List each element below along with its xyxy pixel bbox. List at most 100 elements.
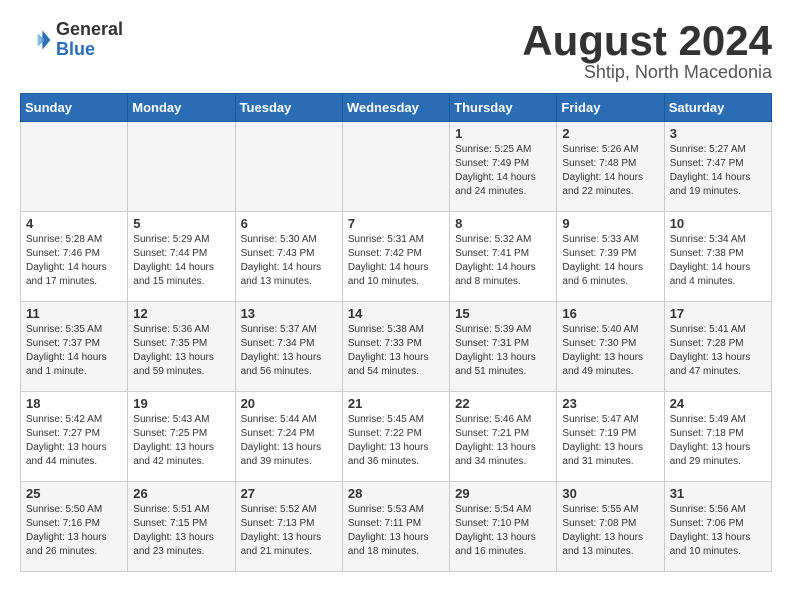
day-info-13: Sunrise: 5:37 AMSunset: 7:34 PMDaylight:… <box>241 323 337 379</box>
cell-w1-d2 <box>128 122 235 212</box>
day-info-23: Sunrise: 5:47 AMSunset: 7:19 PMDaylight:… <box>562 413 658 469</box>
month-year-title: August 2024 <box>522 20 772 62</box>
cell-w3-d5: 15 Sunrise: 5:39 AMSunset: 7:31 PMDayligh… <box>450 302 557 392</box>
day-info-8: Sunrise: 5:32 AMSunset: 7:41 PMDaylight:… <box>455 233 551 289</box>
day-info-10: Sunrise: 5:34 AMSunset: 7:38 PMDaylight:… <box>670 233 766 289</box>
day-info-6: Sunrise: 5:30 AMSunset: 7:43 PMDaylight:… <box>241 233 337 289</box>
week-row-4: 18 Sunrise: 5:42 AMSunset: 7:27 PMDayligh… <box>21 392 772 482</box>
day-info-22: Sunrise: 5:46 AMSunset: 7:21 PMDaylight:… <box>455 413 551 469</box>
day-number-22: 22 <box>455 396 551 411</box>
cell-w2-d7: 10 Sunrise: 5:34 AMSunset: 7:38 PMDayligh… <box>664 212 771 302</box>
day-info-31: Sunrise: 5:56 AMSunset: 7:06 PMDaylight:… <box>670 503 766 559</box>
day-number-20: 20 <box>241 396 337 411</box>
header-friday: Friday <box>557 94 664 122</box>
day-number-29: 29 <box>455 486 551 501</box>
day-number-16: 16 <box>562 306 658 321</box>
day-number-12: 12 <box>133 306 229 321</box>
cell-w4-d7: 24 Sunrise: 5:49 AMSunset: 7:18 PMDayligh… <box>664 392 771 482</box>
day-info-7: Sunrise: 5:31 AMSunset: 7:42 PMDaylight:… <box>348 233 444 289</box>
day-number-2: 2 <box>562 126 658 141</box>
cell-w5-d3: 27 Sunrise: 5:52 AMSunset: 7:13 PMDayligh… <box>235 482 342 572</box>
cell-w3-d4: 14Sunrise: 5:38 AMSunset: 7:33 PMDayligh… <box>342 302 449 392</box>
cell-w5-d6: 30 Sunrise: 5:55 AMSunset: 7:08 PMDayligh… <box>557 482 664 572</box>
day-number-11: 11 <box>26 306 122 321</box>
day-info-24: Sunrise: 5:49 AMSunset: 7:18 PMDaylight:… <box>670 413 766 469</box>
cell-w4-d5: 22 Sunrise: 5:46 AMSunset: 7:21 PMDayligh… <box>450 392 557 482</box>
day-number-18: 18 <box>26 396 122 411</box>
week-row-3: 11Sunrise: 5:35 AMSunset: 7:37 PMDayligh… <box>21 302 772 392</box>
cell-w1-d4 <box>342 122 449 212</box>
header-row: Sunday Monday Tuesday Wednesday Thursday… <box>21 94 772 122</box>
location-subtitle: Shtip, North Macedonia <box>522 62 772 83</box>
day-number-6: 6 <box>241 216 337 231</box>
day-number-4: 4 <box>26 216 122 231</box>
day-info-12: Sunrise: 5:36 AMSunset: 7:35 PMDaylight:… <box>133 323 229 379</box>
day-number-24: 24 <box>670 396 766 411</box>
title-block: August 2024 Shtip, North Macedonia <box>522 20 772 83</box>
day-info-17: Sunrise: 5:41 AMSunset: 7:28 PMDaylight:… <box>670 323 766 379</box>
day-number-5: 5 <box>133 216 229 231</box>
cell-w5-d7: 31 Sunrise: 5:56 AMSunset: 7:06 PMDayligh… <box>664 482 771 572</box>
cell-w2-d2: 5 Sunrise: 5:29 AMSunset: 7:44 PMDaylight… <box>128 212 235 302</box>
day-number-10: 10 <box>670 216 766 231</box>
day-info-19: Sunrise: 5:43 AMSunset: 7:25 PMDaylight:… <box>133 413 229 469</box>
logo-icon <box>20 24 52 56</box>
header-wednesday: Wednesday <box>342 94 449 122</box>
cell-w1-d3 <box>235 122 342 212</box>
day-number-23: 23 <box>562 396 658 411</box>
day-number-21: 21 <box>348 396 444 411</box>
cell-w2-d3: 6 Sunrise: 5:30 AMSunset: 7:43 PMDaylight… <box>235 212 342 302</box>
logo: General Blue <box>20 20 123 60</box>
cell-w1-d7: 3 Sunrise: 5:27 AMSunset: 7:47 PMDaylight… <box>664 122 771 212</box>
day-number-3: 3 <box>670 126 766 141</box>
day-info-27: Sunrise: 5:52 AMSunset: 7:13 PMDaylight:… <box>241 503 337 559</box>
day-info-30: Sunrise: 5:55 AMSunset: 7:08 PMDaylight:… <box>562 503 658 559</box>
header-saturday: Saturday <box>664 94 771 122</box>
cell-w2-d6: 9Sunrise: 5:33 AMSunset: 7:39 PMDaylight… <box>557 212 664 302</box>
calendar-table: Sunday Monday Tuesday Wednesday Thursday… <box>20 93 772 572</box>
day-info-3: Sunrise: 5:27 AMSunset: 7:47 PMDaylight:… <box>670 143 766 199</box>
day-info-9: Sunrise: 5:33 AMSunset: 7:39 PMDaylight:… <box>562 233 658 289</box>
day-number-31: 31 <box>670 486 766 501</box>
day-info-15: Sunrise: 5:39 AMSunset: 7:31 PMDaylight:… <box>455 323 551 379</box>
day-info-5: Sunrise: 5:29 AMSunset: 7:44 PMDaylight:… <box>133 233 229 289</box>
header-thursday: Thursday <box>450 94 557 122</box>
day-number-7: 7 <box>348 216 444 231</box>
week-row-1: 1Sunrise: 5:25 AMSunset: 7:49 PMDaylight… <box>21 122 772 212</box>
cell-w1-d6: 2 Sunrise: 5:26 AMSunset: 7:48 PMDaylight… <box>557 122 664 212</box>
day-info-25: Sunrise: 5:50 AMSunset: 7:16 PMDaylight:… <box>26 503 122 559</box>
day-info-2: Sunrise: 5:26 AMSunset: 7:48 PMDaylight:… <box>562 143 658 199</box>
day-number-25: 25 <box>26 486 122 501</box>
day-info-14: Sunrise: 5:38 AMSunset: 7:33 PMDaylight:… <box>348 323 444 379</box>
day-number-28: 28 <box>348 486 444 501</box>
cell-w1-d5: 1Sunrise: 5:25 AMSunset: 7:49 PMDaylight… <box>450 122 557 212</box>
week-row-2: 4 Sunrise: 5:28 AMSunset: 7:46 PMDaylight… <box>21 212 772 302</box>
day-info-28: Sunrise: 5:53 AMSunset: 7:11 PMDaylight:… <box>348 503 444 559</box>
cell-w2-d4: 7 Sunrise: 5:31 AMSunset: 7:42 PMDaylight… <box>342 212 449 302</box>
day-number-26: 26 <box>133 486 229 501</box>
day-info-18: Sunrise: 5:42 AMSunset: 7:27 PMDaylight:… <box>26 413 122 469</box>
day-number-15: 15 <box>455 306 551 321</box>
cell-w4-d4: 21 Sunrise: 5:45 AMSunset: 7:22 PMDayligh… <box>342 392 449 482</box>
cell-w3-d7: 17Sunrise: 5:41 AMSunset: 7:28 PMDayligh… <box>664 302 771 392</box>
cell-w3-d3: 13Sunrise: 5:37 AMSunset: 7:34 PMDayligh… <box>235 302 342 392</box>
day-number-30: 30 <box>562 486 658 501</box>
cell-w4-d2: 19 Sunrise: 5:43 AMSunset: 7:25 PMDayligh… <box>128 392 235 482</box>
day-info-21: Sunrise: 5:45 AMSunset: 7:22 PMDaylight:… <box>348 413 444 469</box>
cell-w5-d2: 26 Sunrise: 5:51 AMSunset: 7:15 PMDayligh… <box>128 482 235 572</box>
logo-general-text: General <box>56 20 123 40</box>
day-info-26: Sunrise: 5:51 AMSunset: 7:15 PMDaylight:… <box>133 503 229 559</box>
cell-w3-d6: 16Sunrise: 5:40 AMSunset: 7:30 PMDayligh… <box>557 302 664 392</box>
day-number-27: 27 <box>241 486 337 501</box>
header-sunday: Sunday <box>21 94 128 122</box>
day-number-19: 19 <box>133 396 229 411</box>
logo-blue-text: Blue <box>56 40 123 60</box>
cell-w3-d2: 12 Sunrise: 5:36 AMSunset: 7:35 PMDayligh… <box>128 302 235 392</box>
day-info-4: Sunrise: 5:28 AMSunset: 7:46 PMDaylight:… <box>26 233 122 289</box>
header-monday: Monday <box>128 94 235 122</box>
day-info-29: Sunrise: 5:54 AMSunset: 7:10 PMDaylight:… <box>455 503 551 559</box>
cell-w4-d6: 23 Sunrise: 5:47 AMSunset: 7:19 PMDayligh… <box>557 392 664 482</box>
cell-w5-d5: 29 Sunrise: 5:54 AMSunset: 7:10 PMDayligh… <box>450 482 557 572</box>
cell-w2-d1: 4 Sunrise: 5:28 AMSunset: 7:46 PMDaylight… <box>21 212 128 302</box>
cell-w1-d1 <box>21 122 128 212</box>
